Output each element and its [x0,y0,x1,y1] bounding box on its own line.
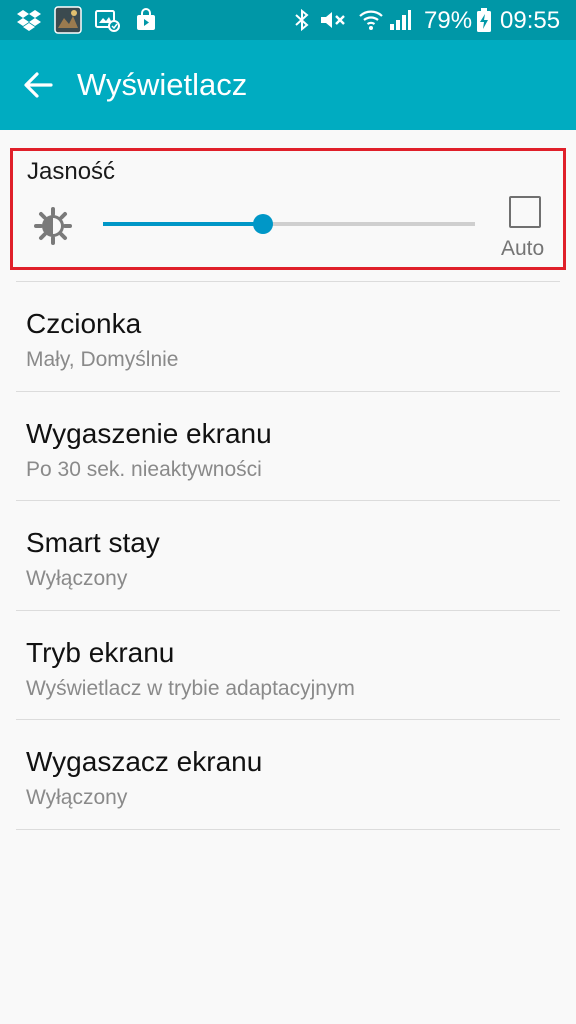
battery-percent: 79% [424,7,473,34]
auto-brightness-checkbox[interactable] [509,196,541,228]
battery-charging-icon [477,8,491,32]
setting-font[interactable]: Czcionka Mały, Domyślnie [0,283,576,391]
brightness-icon [34,207,72,245]
divider [16,281,560,282]
setting-title: Smart stay [26,527,160,558]
clock-time: 09:55 [500,7,561,34]
signal-icon [390,10,411,30]
auto-brightness-label: Auto [501,237,545,260]
brightness-slider[interactable] [103,203,475,243]
slider-thumb[interactable] [252,214,273,234]
setting-title: Wygaszacz ekranu [26,746,263,777]
mute-icon [321,12,345,28]
setting-screen-timeout[interactable]: Wygaszenie ekranu Po 30 sek. nieaktywnoś… [0,393,576,501]
divider [16,829,560,830]
setting-subtitle: Wyświetlacz w trybie adaptacyjnym [26,677,355,700]
setting-title: Czcionka [26,308,142,339]
page-title: Wyświetlacz [77,67,248,102]
divider [16,500,560,501]
setting-screensaver[interactable]: Wygaszacz ekranu Wyłączony [0,721,576,829]
dropbox-icon [17,10,41,31]
setting-subtitle: Po 30 sek. nieaktywności [26,458,262,481]
wifi-icon [359,10,383,30]
setting-subtitle: Mały, Domyślnie [26,348,179,371]
setting-screen-mode[interactable]: Tryb ekranu Wyświetlacz w trybie adaptac… [0,612,576,720]
arrow-back-icon[interactable] [22,69,54,101]
app-bar: Wyświetlacz [0,40,576,130]
setting-title: Wygaszenie ekranu [26,418,272,449]
brightness-section: Jasność Auto [10,148,566,270]
store-bag-icon [137,8,155,30]
status-bar: 79% 09:55 [0,0,576,40]
setting-subtitle: Wyłączony [26,786,128,809]
setting-subtitle: Wyłączony [26,567,128,590]
brightness-label: Jasność [27,158,116,185]
divider [16,719,560,720]
slider-fill [103,222,263,226]
setting-smart-stay[interactable]: Smart stay Wyłączony [0,502,576,610]
gallery-notification-icon [95,10,120,32]
divider [16,610,560,611]
game-thumbnail-icon [54,6,82,34]
setting-title: Tryb ekranu [26,637,175,668]
bluetooth-icon [295,8,309,32]
divider [16,391,560,392]
